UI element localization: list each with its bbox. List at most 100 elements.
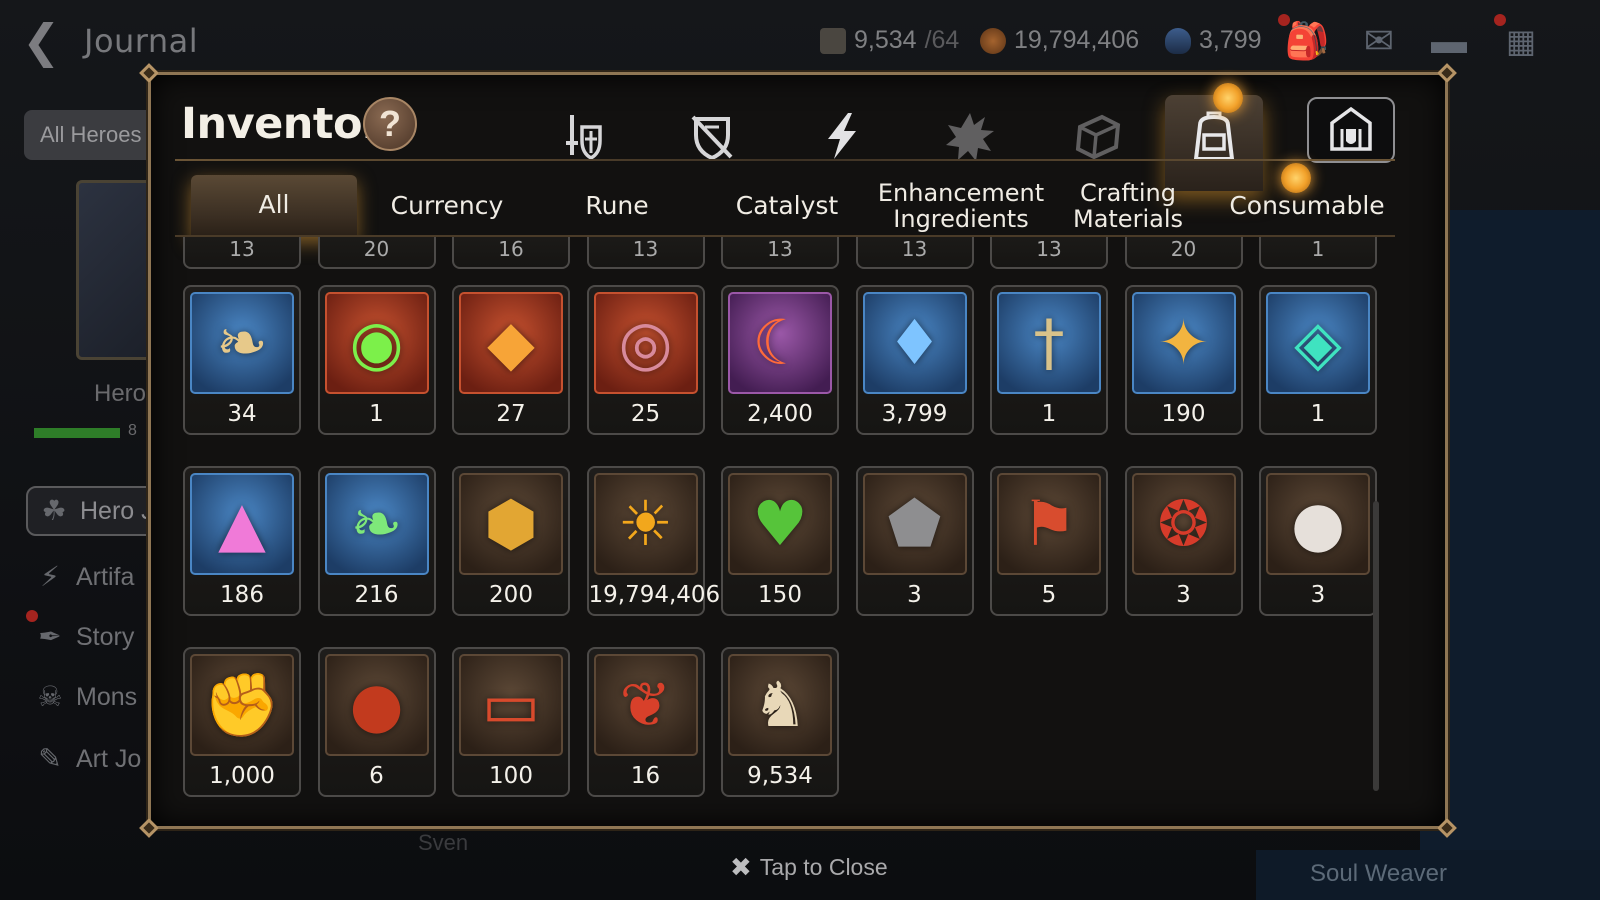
inventory-slot[interactable]: ☀ 19,794,406 bbox=[586, 466, 720, 616]
menu-grid-icon[interactable]: ▦ bbox=[1496, 18, 1546, 64]
back-arrow-icon[interactable]: ❮ bbox=[22, 18, 72, 68]
inventory-slot[interactable]: ◎ 25 bbox=[586, 285, 705, 435]
stamina-icon bbox=[820, 27, 846, 54]
flame-crystal-icon: ◆ bbox=[459, 292, 563, 394]
item-quantity: 190 bbox=[1161, 401, 1206, 427]
rune-disc-icon: ◎ bbox=[593, 292, 698, 394]
inventory-slot[interactable]: 20 bbox=[1124, 237, 1243, 269]
sub-tab-bar: All Currency Rune Catalyst Enhancement I… bbox=[191, 175, 1411, 237]
item-quantity: 1 bbox=[369, 401, 384, 427]
inventory-slot[interactable]: ◆ 27 bbox=[452, 285, 570, 435]
inventory-slot[interactable]: 20 bbox=[317, 237, 436, 269]
gold-coin-icon: ☀ bbox=[593, 473, 698, 575]
inventory-slot[interactable]: ❧ 34 bbox=[183, 285, 301, 435]
item-quantity: 2,400 bbox=[747, 401, 813, 427]
header-divider bbox=[175, 159, 1395, 161]
box-icon bbox=[1075, 114, 1121, 160]
inventory-slot[interactable]: 13 bbox=[586, 237, 705, 269]
inventory-slot[interactable]: ❂ 3 bbox=[1124, 466, 1243, 616]
inventory-slot[interactable]: ♞ 9,534 bbox=[721, 647, 839, 797]
gold-value: 19,794,406 bbox=[1014, 26, 1140, 54]
tab-crafting-materials[interactable]: Crafting Materials bbox=[1053, 175, 1203, 237]
lightning-icon: ⚡ bbox=[40, 561, 60, 592]
tap-to-close[interactable]: ✖ Tap to Close bbox=[730, 852, 888, 883]
inventory-slot[interactable]: † 1 bbox=[990, 285, 1108, 435]
inventory-slot[interactable]: 13 bbox=[990, 237, 1108, 269]
inventory-slot[interactable]: 13 bbox=[721, 237, 839, 269]
inventory-slot[interactable]: 13 bbox=[855, 237, 974, 269]
item-quantity: 1 bbox=[1310, 401, 1326, 427]
tab-shop[interactable] bbox=[1307, 97, 1395, 163]
skystone-icon: ♦ bbox=[862, 292, 967, 394]
stone-compass-icon: ⬟ bbox=[862, 473, 967, 575]
page-title: Journal bbox=[84, 22, 199, 60]
item-quantity: 13 bbox=[767, 237, 793, 261]
inventory-slot[interactable]: ✦ 190 bbox=[1124, 285, 1243, 435]
chat-icon[interactable]: ▬ bbox=[1424, 18, 1474, 64]
item-quantity: 1 bbox=[1311, 237, 1325, 261]
item-quantity: 6 bbox=[369, 763, 384, 789]
sidebar-item-label: Artifa bbox=[76, 562, 135, 591]
inventory-slot[interactable]: ♥ 150 bbox=[721, 466, 839, 616]
item-quantity: 9,534 bbox=[747, 763, 813, 789]
red-ring-icon: ▭ bbox=[459, 654, 563, 756]
tab-currency[interactable]: Currency bbox=[367, 175, 527, 237]
tap-to-close-label: Tap to Close bbox=[759, 854, 888, 880]
red-leaf-icon: ❦ bbox=[593, 654, 698, 756]
item-quantity: 13 bbox=[901, 237, 928, 261]
inventory-slot[interactable]: ▲ 186 bbox=[183, 466, 301, 616]
item-quantity: 20 bbox=[363, 237, 390, 261]
inventory-slot[interactable]: ♦ 3,799 bbox=[855, 285, 974, 435]
inventory-slot[interactable]: ⚑ 5 bbox=[990, 466, 1108, 616]
inventory-slot[interactable]: ⬢ 200 bbox=[452, 466, 570, 616]
item-quantity: 13 bbox=[229, 237, 255, 261]
tab-enhancement-ingredients[interactable]: Enhancement Ingredients bbox=[871, 175, 1051, 237]
backpack-icon bbox=[1193, 111, 1235, 161]
item-quantity: 3,799 bbox=[881, 401, 948, 427]
crescent-flower-icon: ☾ bbox=[728, 292, 832, 394]
notification-dot bbox=[1494, 14, 1506, 26]
tab-all[interactable]: All bbox=[191, 175, 357, 237]
catalyst-burst-icon bbox=[946, 113, 994, 161]
inventory-slot[interactable]: ❧ 216 bbox=[317, 466, 436, 616]
stamina-value: 9,534 bbox=[854, 26, 917, 54]
inventory-slot[interactable]: ● 3 bbox=[1259, 466, 1377, 616]
inventory-slot[interactable]: ⬟ 3 bbox=[855, 466, 974, 616]
inventory-slot[interactable]: 16 bbox=[452, 237, 570, 269]
notification-dot bbox=[1213, 83, 1243, 113]
grid-scrollbar[interactable] bbox=[1373, 501, 1379, 791]
tab-rune[interactable]: Rune bbox=[537, 175, 697, 237]
item-quantity: 5 bbox=[1041, 582, 1057, 608]
teal-crystal-icon: ◈ bbox=[1266, 292, 1370, 394]
inventory-slot[interactable]: ◉ 1 bbox=[317, 285, 436, 435]
inventory-slot[interactable]: ✊ 1,000 bbox=[183, 647, 301, 797]
hero-crest-icon: ☘ bbox=[41, 495, 67, 526]
inventory-slot[interactable]: ☾ 2,400 bbox=[721, 285, 839, 435]
notification-dot bbox=[1278, 14, 1290, 26]
left-sidebar: All Heroes Hero 8 ☘ Hero J ⚡ Artifa ✒ St… bbox=[0, 100, 176, 900]
item-quantity: 13 bbox=[632, 237, 659, 261]
inventory-slot[interactable]: 1 bbox=[1259, 237, 1377, 269]
inventory-slot[interactable]: ● 6 bbox=[317, 647, 436, 797]
item-quantity: 16 bbox=[630, 763, 661, 789]
inventory-slot[interactable]: ❦ 16 bbox=[586, 647, 705, 797]
close-icon: ✖ bbox=[730, 852, 752, 882]
mail-icon[interactable]: ✉ bbox=[1354, 18, 1404, 64]
skystone-counter: 3,799 bbox=[1165, 26, 1262, 55]
green-leaf-icon: ❧ bbox=[324, 473, 429, 575]
inventory-slot[interactable]: ◈ 1 bbox=[1259, 285, 1377, 435]
inventory-bag-icon[interactable]: 🎒 bbox=[1282, 18, 1332, 64]
all-heroes-button[interactable]: All Heroes bbox=[24, 110, 164, 160]
help-button[interactable]: ? bbox=[363, 97, 417, 151]
sidebar-item-label: Story bbox=[76, 622, 135, 651]
item-quantity: 186 bbox=[220, 582, 264, 608]
tab-catalyst-list[interactable]: Catalyst bbox=[707, 175, 867, 237]
soul-weaver-label: Soul Weaver bbox=[1256, 850, 1600, 900]
red-banner-icon: ⚑ bbox=[997, 473, 1101, 575]
item-quantity: 20 bbox=[1170, 237, 1197, 261]
inventory-slot[interactable]: ▭ 100 bbox=[452, 647, 570, 797]
inventory-slot[interactable]: 13 bbox=[183, 237, 301, 269]
shop-icon bbox=[1330, 106, 1372, 151]
scroll-icon: ✒ bbox=[38, 621, 62, 652]
item-quantity: 16 bbox=[498, 237, 524, 261]
